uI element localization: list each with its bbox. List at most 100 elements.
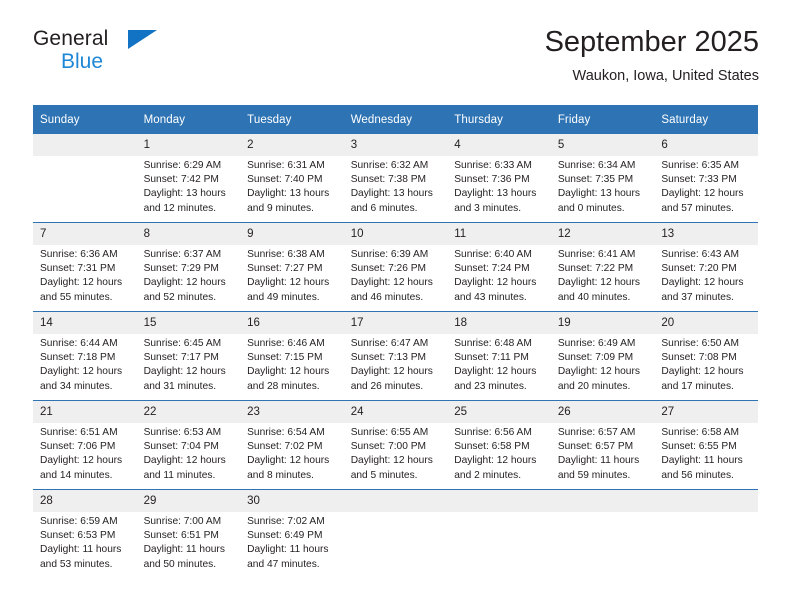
daylight-text-line2: and 34 minutes. — [40, 380, 113, 392]
day-cell[interactable]: 18 Sunrise: 6:48 AM Sunset: 7:11 PM Dayligh… — [447, 311, 551, 401]
sunset-text: Sunset: 7:11 PM — [454, 352, 529, 364]
page-header: General Blue September 2025 Waukon, Iowa… — [33, 26, 759, 98]
day-cell[interactable]: 21 Sunrise: 6:51 AM Sunset: 7:06 PM Dayligh… — [33, 400, 137, 490]
day-details: Sunrise: 6:31 AM Sunset: 7:40 PM Daylight:… — [240, 156, 344, 216]
day-cell[interactable]: 9 Sunrise: 6:38 AM Sunset: 7:27 PM Daylight… — [240, 222, 344, 312]
brand-logo[interactable]: General Blue — [33, 28, 263, 73]
day-details — [447, 512, 551, 515]
day-number — [550, 490, 655, 512]
sunset-text: Sunset: 7:27 PM — [247, 263, 323, 275]
day-cell[interactable]: 4 Sunrise: 6:33 AM Sunset: 7:36 PM Daylight… — [447, 134, 551, 223]
daylight-text-line2: and 53 minutes. — [40, 558, 113, 570]
day-cell[interactable]: 25 Sunrise: 6:56 AM Sunset: 6:58 PM Dayligh… — [447, 400, 551, 490]
day-cell[interactable]: 13 Sunrise: 6:43 AM Sunset: 7:20 PM Dayligh… — [654, 222, 758, 312]
day-details: Sunrise: 6:33 AM Sunset: 7:36 PM Daylight:… — [447, 156, 551, 216]
day-details — [551, 512, 655, 515]
daylight-text-line2: and 57 minutes. — [661, 202, 734, 214]
day-cell[interactable]: 22 Sunrise: 6:53 AM Sunset: 7:04 PM Dayligh… — [136, 400, 241, 490]
sunset-text: Sunset: 7:26 PM — [350, 263, 427, 275]
sunset-text: Sunset: 7:15 PM — [247, 352, 323, 364]
daylight-text-line2: and 8 minutes. — [247, 469, 314, 481]
sunrise-text: Sunrise: 6:34 AM — [557, 160, 636, 171]
daylight-text-line2: and 0 minutes. — [557, 202, 625, 214]
day-details: Sunrise: 6:43 AM Sunset: 7:20 PM Daylight:… — [654, 245, 758, 305]
day-cell[interactable]: 26 Sunrise: 6:57 AM Sunset: 6:57 PM Dayligh… — [550, 400, 655, 490]
daylight-text-line1: Daylight: 12 hours — [661, 366, 744, 378]
daylight-text-line1: Daylight: 12 hours — [557, 366, 640, 378]
day-cell[interactable] — [33, 134, 137, 223]
daylight-text-line2: and 20 minutes. — [557, 380, 631, 392]
day-cell[interactable]: 27 Sunrise: 6:58 AM Sunset: 6:55 PM Dayligh… — [654, 400, 758, 490]
day-cell[interactable] — [343, 489, 448, 578]
day-number: 17 — [343, 312, 448, 334]
day-number: 5 — [550, 134, 655, 156]
day-cell[interactable] — [447, 489, 551, 578]
weekday-header-row: Sunday Monday Tuesday Wednesday Thursday… — [33, 105, 758, 134]
day-details: Sunrise: 6:57 AM Sunset: 6:57 PM Daylight:… — [551, 423, 655, 483]
day-cell[interactable]: 3 Sunrise: 6:32 AM Sunset: 7:38 PM Daylight… — [343, 134, 448, 223]
day-number: 27 — [654, 401, 758, 423]
day-details: Sunrise: 6:44 AM Sunset: 7:18 PM Daylight:… — [33, 334, 137, 394]
day-cell[interactable] — [550, 489, 655, 578]
sunset-text: Sunset: 7:29 PM — [143, 263, 219, 275]
day-cell[interactable]: 6 Sunrise: 6:35 AM Sunset: 7:33 PM Daylight… — [654, 134, 758, 223]
sunrise-text: Sunrise: 7:00 AM — [143, 516, 222, 527]
day-cell[interactable] — [654, 489, 758, 578]
day-cell[interactable]: 1 Sunrise: 6:29 AM Sunset: 7:42 PM Daylight… — [136, 134, 241, 223]
sunrise-text: Sunrise: 6:37 AM — [143, 249, 222, 260]
day-number: 21 — [33, 401, 137, 423]
day-cell[interactable]: 16 Sunrise: 6:46 AM Sunset: 7:15 PM Dayligh… — [240, 311, 344, 401]
day-details: Sunrise: 6:39 AM Sunset: 7:26 PM Daylight:… — [344, 245, 448, 305]
day-number: 15 — [136, 312, 241, 334]
day-cell[interactable]: 23 Sunrise: 6:54 AM Sunset: 7:02 PM Dayligh… — [240, 400, 344, 490]
daylight-text-line2: and 50 minutes. — [143, 558, 217, 570]
day-cell[interactable]: 19 Sunrise: 6:49 AM Sunset: 7:09 PM Dayligh… — [550, 311, 655, 401]
day-cell[interactable]: 5 Sunrise: 6:34 AM Sunset: 7:35 PM Daylight… — [550, 134, 655, 223]
day-cell[interactable]: 29 Sunrise: 7:00 AM Sunset: 6:51 PM Dayligh… — [136, 489, 241, 578]
day-cell[interactable]: 12 Sunrise: 6:41 AM Sunset: 7:22 PM Dayligh… — [550, 222, 655, 312]
day-cell[interactable]: 24 Sunrise: 6:55 AM Sunset: 7:00 PM Dayligh… — [343, 400, 448, 490]
daylight-text-line2: and 43 minutes. — [454, 291, 527, 303]
daylight-text-line2: and 9 minutes. — [247, 202, 314, 214]
day-cell[interactable]: 28 Sunrise: 6:59 AM Sunset: 6:53 PM Dayligh… — [33, 489, 137, 578]
day-cell[interactable]: 14 Sunrise: 6:44 AM Sunset: 7:18 PM Dayligh… — [33, 311, 137, 401]
daylight-text-line1: Daylight: 12 hours — [661, 188, 744, 200]
day-cell[interactable]: 30 Sunrise: 7:02 AM Sunset: 6:49 PM Dayligh… — [240, 489, 344, 578]
daylight-text-line1: Daylight: 11 hours — [661, 455, 743, 467]
sunset-text: Sunset: 7:22 PM — [557, 263, 634, 275]
daylight-text-line2: and 12 minutes. — [143, 202, 217, 214]
daylight-text-line1: Daylight: 12 hours — [143, 455, 226, 467]
daylight-text-line2: and 49 minutes. — [247, 291, 320, 303]
day-number — [654, 490, 758, 512]
daylight-text-line1: Daylight: 12 hours — [247, 366, 330, 378]
day-details: Sunrise: 6:41 AM Sunset: 7:22 PM Daylight:… — [551, 245, 655, 305]
day-number: 8 — [136, 223, 241, 245]
day-number: 6 — [654, 134, 758, 156]
sunrise-text: Sunrise: 6:33 AM — [454, 160, 532, 171]
daylight-text-line1: Daylight: 11 hours — [557, 455, 640, 467]
day-number: 18 — [447, 312, 551, 334]
sunset-text: Sunset: 6:57 PM — [557, 441, 634, 453]
day-cell[interactable]: 10 Sunrise: 6:39 AM Sunset: 7:26 PM Dayligh… — [343, 222, 448, 312]
sunset-text: Sunset: 7:09 PM — [557, 352, 634, 364]
day-cell[interactable]: 17 Sunrise: 6:47 AM Sunset: 7:13 PM Dayligh… — [343, 311, 448, 401]
sunrise-text: Sunrise: 6:57 AM — [557, 427, 636, 438]
daylight-text-line2: and 59 minutes. — [557, 469, 631, 481]
day-number: 16 — [240, 312, 344, 334]
day-number: 26 — [550, 401, 655, 423]
day-number: 13 — [654, 223, 758, 245]
day-cell[interactable]: 7 Sunrise: 6:36 AM Sunset: 7:31 PM Daylight… — [33, 222, 137, 312]
day-cell[interactable]: 11 Sunrise: 6:40 AM Sunset: 7:24 PM Dayligh… — [447, 222, 551, 312]
day-details: Sunrise: 6:40 AM Sunset: 7:24 PM Daylight:… — [447, 245, 551, 305]
daylight-text-line2: and 3 minutes. — [454, 202, 522, 214]
sunrise-text: Sunrise: 6:50 AM — [661, 338, 739, 349]
day-cell[interactable]: 20 Sunrise: 6:50 AM Sunset: 7:08 PM Dayligh… — [654, 311, 758, 401]
day-number: 4 — [447, 134, 551, 156]
day-cell[interactable]: 15 Sunrise: 6:45 AM Sunset: 7:17 PM Dayligh… — [136, 311, 241, 401]
day-cell[interactable]: 2 Sunrise: 6:31 AM Sunset: 7:40 PM Daylight… — [240, 134, 344, 223]
day-cell[interactable]: 8 Sunrise: 6:37 AM Sunset: 7:29 PM Daylight… — [136, 222, 241, 312]
sunset-text: Sunset: 7:42 PM — [143, 174, 219, 186]
daylight-text-line1: Daylight: 13 hours — [247, 188, 330, 200]
sunrise-text: Sunrise: 7:02 AM — [247, 516, 325, 527]
daylight-text-line2: and 5 minutes. — [350, 469, 418, 481]
